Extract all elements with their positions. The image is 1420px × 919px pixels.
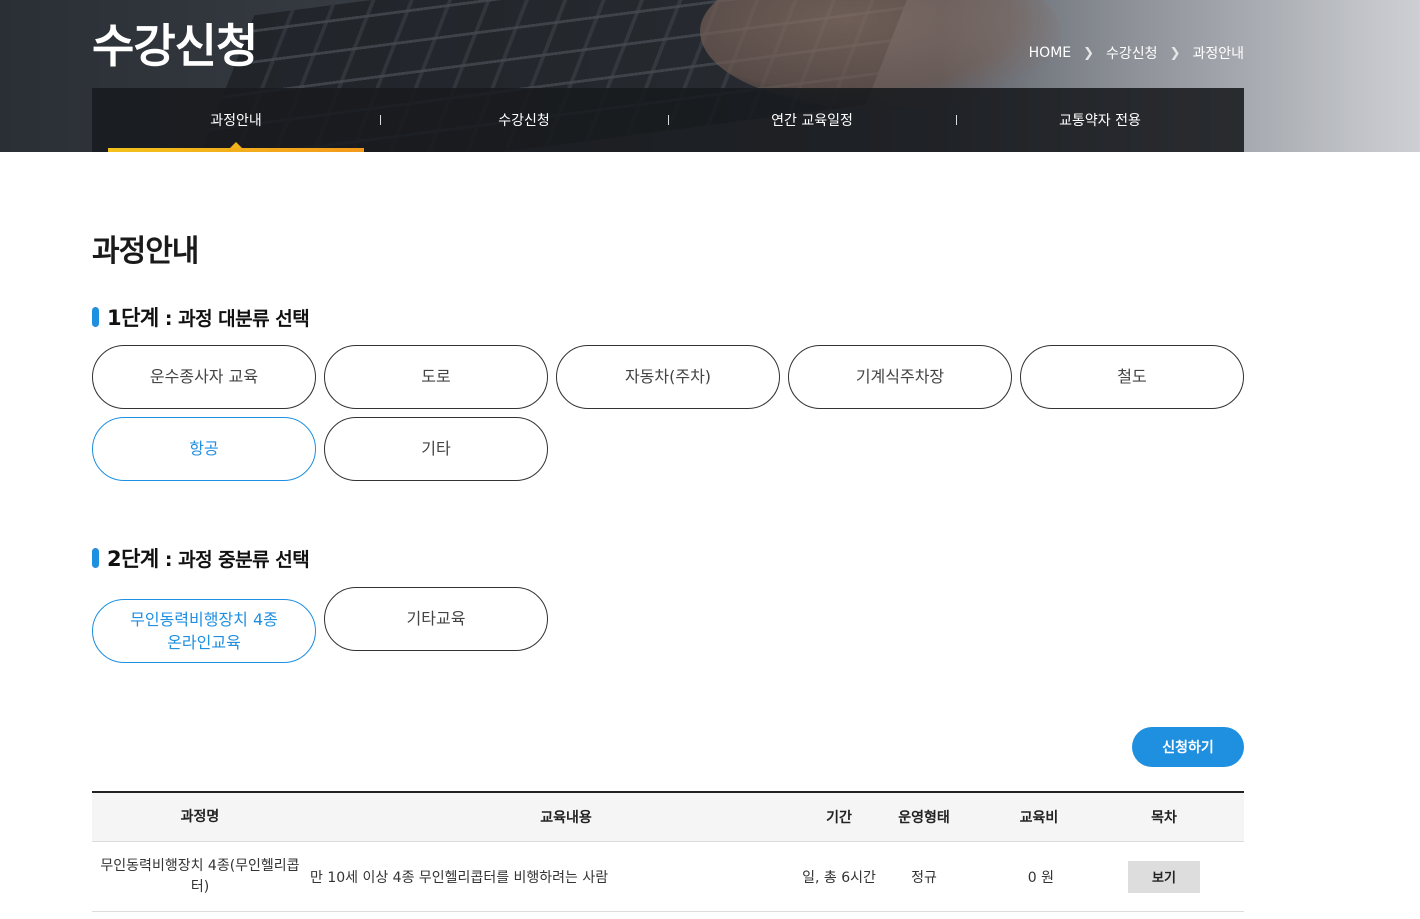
course-toc-cell: 보기: [1084, 860, 1244, 893]
breadcrumb-home[interactable]: HOME: [1029, 45, 1071, 61]
option-label: 기타교육: [406, 609, 466, 629]
tab-label: 교통약자 전용: [1059, 113, 1141, 129]
course-fee: 0 원: [1027, 869, 1054, 886]
tab-label: 과정안내: [210, 113, 262, 129]
heading-bar: [92, 307, 99, 327]
option-label: 기계식주차장: [855, 367, 945, 387]
category-option[interactable]: 기계식주차장: [788, 345, 1012, 409]
category-option[interactable]: 기타: [324, 417, 548, 481]
col-header-content: 교육내용: [540, 810, 592, 826]
col-header-name: 과정명: [180, 808, 220, 825]
option-label: 무인동력비행장치 4종 온라인교육: [130, 609, 278, 652]
step2-heading: 2단계 : 과정 중분류 선택: [92, 543, 310, 573]
course-table: 과정명 교육내용 기간 운영형태 교육비 목차 무인동력비행장치 4종(무인헬리…: [92, 791, 1244, 912]
option-label: 기타: [421, 439, 451, 459]
header-banner: 수강신청 HOME ❯ 수강신청 ❯ 과정안내 과정안내 수강신청 연간 교육일…: [0, 0, 1420, 152]
tab-course-info[interactable]: 과정안내: [92, 88, 380, 152]
tab-registration[interactable]: 수강신청: [380, 88, 668, 152]
breadcrumb-registration[interactable]: 수강신청: [1106, 43, 1158, 63]
category-option[interactable]: 자동차(주차): [556, 345, 780, 409]
option-label: 도로: [421, 367, 451, 387]
option-label: 운수종사자 교육: [149, 367, 259, 387]
section-title: 수강신청: [92, 19, 258, 73]
chevron-right-icon: ❯: [1169, 45, 1181, 61]
option-label: 항공: [189, 439, 219, 459]
heading-bar: [92, 548, 99, 568]
tab-label: 연간 교육일정: [771, 113, 853, 129]
subcategory-option[interactable]: 기타교육: [324, 587, 548, 651]
course-type: 정규: [911, 869, 937, 886]
step2-sub: : 과정 중분류 선택: [158, 549, 310, 571]
sub-nav-tabs: 과정안내 수강신청 연간 교육일정 교통약자 전용: [92, 88, 1244, 152]
table-header: 과정명 교육내용 기간 운영형태 교육비 목차: [92, 791, 1244, 842]
tab-accessibility[interactable]: 교통약자 전용: [956, 88, 1244, 152]
tab-annual-schedule[interactable]: 연간 교육일정: [668, 88, 956, 152]
active-tab-indicator: [230, 142, 242, 148]
page-title: 과정안내: [92, 234, 199, 269]
breadcrumb-current: 과정안내: [1192, 46, 1244, 62]
option-label: 철도: [1117, 367, 1147, 387]
breadcrumb: HOME ❯ 수강신청 ❯ 과정안내: [1029, 43, 1244, 63]
category-option-selected[interactable]: 항공: [92, 417, 316, 481]
step1-heading: 1단계 : 과정 대분류 선택: [92, 302, 310, 332]
step1-label: 1단계: [107, 306, 159, 330]
course-period: 일, 총 6시간: [802, 869, 876, 886]
chevron-right-icon: ❯: [1083, 45, 1095, 61]
col-header-toc: 목차: [1151, 810, 1177, 826]
subcategory-option-selected[interactable]: 무인동력비행장치 4종 온라인교육: [92, 599, 316, 663]
step2-label: 2단계: [107, 547, 159, 571]
col-header-type: 운영형태: [898, 810, 950, 826]
category-option[interactable]: 철도: [1020, 345, 1244, 409]
view-button[interactable]: 보기: [1128, 860, 1200, 893]
table-row: 무인동력비행장치 4종(무인헬리콥터) 만 10세 이상 4종 무인헬리콥터를 …: [92, 842, 1244, 912]
apply-button[interactable]: 신청하기: [1132, 727, 1244, 767]
tab-label: 수강신청: [498, 113, 550, 129]
col-header-period: 기간: [826, 810, 852, 826]
category-option[interactable]: 도로: [324, 345, 548, 409]
course-name: 무인동력비행장치 4종(무인헬리콥터): [100, 858, 300, 895]
category-option[interactable]: 운수종사자 교육: [92, 345, 316, 409]
course-content: 만 10세 이상 4종 무인헬리콥터를 비행하려는 사람: [310, 869, 609, 886]
col-header-fee: 교육비: [1019, 810, 1059, 826]
option-label: 자동차(주차): [624, 367, 712, 387]
step1-sub: : 과정 대분류 선택: [158, 308, 310, 330]
